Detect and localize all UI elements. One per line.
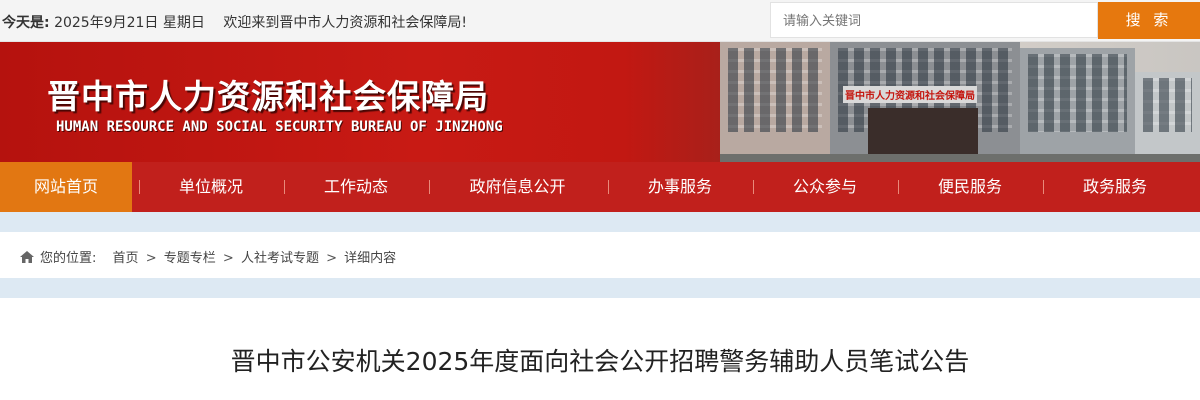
nav-item-home[interactable]: 网站首页: [0, 162, 132, 212]
building-sign: 晋中市人力资源和社会保障局: [843, 86, 977, 103]
building-left: [720, 42, 830, 162]
nav-item-gov-info[interactable]: 政府信息公开: [430, 162, 605, 212]
nav-item-work-news[interactable]: 工作动态: [285, 162, 427, 212]
home-icon: [20, 251, 34, 263]
search-input[interactable]: [770, 2, 1098, 38]
breadcrumb-separator: >: [326, 251, 337, 266]
article-title: 晋中市公安机关2025年度面向社会公开招聘警务辅助人员笔试公告: [230, 347, 970, 376]
nav-item-overview[interactable]: 单位概况: [140, 162, 282, 212]
breadcrumb-separator: >: [222, 251, 234, 266]
top-bar: 今天是: 2025年9月21日 星期日 欢迎来到晋中市人力资源和社会保障局! 搜…: [0, 0, 1200, 42]
date-bar: 今天是: 2025年9月21日 星期日 欢迎来到晋中市人力资源和社会保障局!: [2, 12, 467, 32]
main-nav: 网站首页 单位概况 工作动态 政府信息公开 办事服务 公众参与 便民服务 政务服…: [0, 162, 1200, 212]
nav-item-participation[interactable]: 公众参与: [754, 162, 896, 212]
welcome-text: 欢迎来到晋中市人力资源和社会保障局!: [223, 15, 467, 31]
building-right: [1020, 48, 1135, 162]
building-far: [1135, 72, 1200, 162]
today-label: 今天是:: [2, 15, 50, 31]
site-banner: 晋中市人力资源和社会保障局 晋中市人力资源和社会保障局 HUMAN RESOUR…: [0, 42, 1200, 162]
nav-item-services[interactable]: 办事服务: [609, 162, 751, 212]
spacer-band: [0, 278, 1200, 298]
nav-item-convenience[interactable]: 便民服务: [899, 162, 1041, 212]
breadcrumb-current: 详细内容: [344, 251, 397, 266]
spacer-band: [0, 212, 1200, 232]
search-button[interactable]: 搜 索: [1098, 2, 1200, 39]
site-title[interactable]: 晋中市人力资源和社会保障局: [47, 70, 489, 118]
breadcrumb-topics[interactable]: 专题专栏: [164, 251, 216, 266]
breadcrumb: 您的位置: 首页 > 专题专栏 > 人社考试专题 > 详细内容: [0, 232, 1200, 278]
breadcrumb-label: 您的位置:: [40, 251, 97, 266]
breadcrumb-exam-topic[interactable]: 人社考试专题: [241, 251, 319, 266]
site-subtitle: HUMAN RESOURCE AND SOCIAL SECURITY BUREA…: [56, 119, 503, 135]
current-date: 2025年9月21日 星期日: [54, 15, 205, 31]
breadcrumb-home[interactable]: 首页: [113, 251, 139, 266]
ground: [720, 154, 1200, 162]
breadcrumb-separator: >: [145, 251, 157, 266]
nav-item-gov-services[interactable]: 政务服务: [1044, 162, 1186, 212]
